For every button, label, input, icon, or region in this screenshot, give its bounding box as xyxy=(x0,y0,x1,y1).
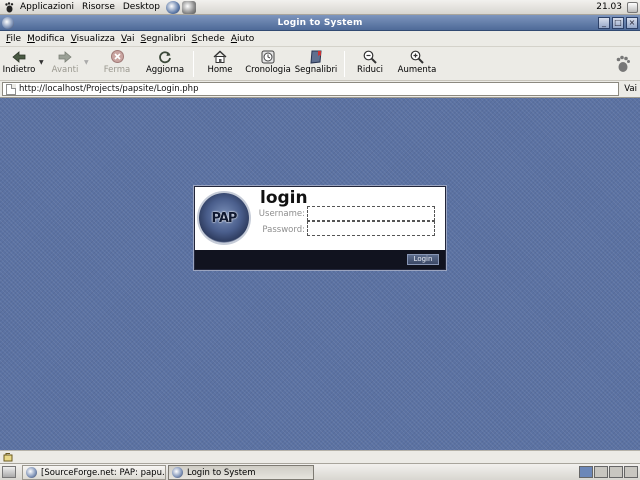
login-footer: Login xyxy=(195,250,445,269)
menu-edit[interactable]: Modifica xyxy=(24,31,68,47)
taskbar-item-login[interactable]: Login to System xyxy=(168,465,314,480)
menu-tabs[interactable]: Schede xyxy=(189,31,228,47)
reload-icon xyxy=(156,49,174,64)
logo-text: PAP xyxy=(211,210,238,226)
history-button[interactable]: Cronologia xyxy=(245,49,291,79)
panel-clock[interactable]: 21.03 xyxy=(596,0,622,15)
toolbar: Indietro ▼ Avanti ▼ Ferma Aggiorna Home … xyxy=(0,47,640,81)
browser-window-icon xyxy=(172,467,183,478)
password-input[interactable] xyxy=(307,221,435,236)
home-icon xyxy=(211,49,229,64)
zoom-in-icon xyxy=(408,49,426,64)
username-label: Username: xyxy=(258,209,305,219)
url-text: http://localhost/Projects/papsite/Login.… xyxy=(19,84,199,94)
close-icon[interactable]: × xyxy=(626,17,638,29)
password-label: Password: xyxy=(262,225,305,235)
bookmarks-button[interactable]: Segnalibri xyxy=(294,49,338,79)
username-input[interactable] xyxy=(307,206,435,221)
zoom-in-button[interactable]: Aumenta xyxy=(397,49,437,79)
workspace-4[interactable] xyxy=(624,466,638,478)
login-heading: login xyxy=(260,188,308,208)
menu-help[interactable]: Aiuto xyxy=(228,31,257,47)
security-status-icon[interactable] xyxy=(3,452,13,462)
menu-view[interactable]: Visualizza xyxy=(68,31,118,47)
workspace-switcher xyxy=(579,466,638,478)
window-title: Login to System xyxy=(277,17,363,28)
status-bar xyxy=(0,450,640,463)
logout-icon[interactable] xyxy=(627,2,638,13)
panel-menu-desktop[interactable]: Desktop xyxy=(119,0,164,15)
menu-go[interactable]: Vai xyxy=(118,31,137,47)
history-clock-icon xyxy=(259,49,277,64)
pap-logo: PAP xyxy=(199,193,249,243)
stop-button[interactable]: Ferma xyxy=(102,49,132,79)
page-document-icon xyxy=(6,83,16,95)
home-button[interactable]: Home xyxy=(204,49,236,79)
back-history-chevron-down-icon[interactable]: ▼ xyxy=(39,59,44,66)
bottom-panel: [SourceForge.net: PAP: papu... Login to … xyxy=(0,463,640,480)
panel-menu-applications[interactable]: Applicazioni xyxy=(16,0,78,15)
login-panel: PAP login Username: Password: Login xyxy=(194,186,446,270)
reload-button[interactable]: Aggiorna xyxy=(145,49,185,79)
login-button[interactable]: Login xyxy=(407,254,439,265)
arrow-left-icon xyxy=(10,49,28,64)
zoom-out-button[interactable]: Riduci xyxy=(355,49,385,79)
maximize-icon[interactable]: □ xyxy=(612,17,624,29)
stop-icon xyxy=(108,49,126,64)
workspace-3[interactable] xyxy=(609,466,623,478)
forward-button[interactable]: Avanti xyxy=(50,49,80,79)
mail-launcher-icon[interactable] xyxy=(182,0,196,14)
taskbar-item-sourceforge[interactable]: [SourceForge.net: PAP: papu... xyxy=(22,465,166,480)
window-titlebar[interactable]: Login to System _ □ × xyxy=(0,15,640,31)
forward-history-chevron-down-icon[interactable]: ▼ xyxy=(84,59,89,66)
menu-file[interactable]: File xyxy=(3,31,24,47)
show-desktop-icon[interactable] xyxy=(2,466,16,478)
arrow-right-icon xyxy=(56,49,74,64)
page-content: PAP login Username: Password: Login xyxy=(0,98,640,450)
browser-window-icon xyxy=(26,467,37,478)
workspace-1[interactable] xyxy=(579,466,593,478)
top-panel: Applicazioni Risorse Desktop 21.03 xyxy=(0,0,640,15)
window-buttons: _ □ × xyxy=(598,17,638,29)
menubar: File Modifica Visualizza Vai Segnalibri … xyxy=(0,31,640,47)
toolbar-separator xyxy=(344,51,345,77)
toolbar-separator xyxy=(193,51,194,77)
window-menu-icon[interactable] xyxy=(2,17,14,29)
url-input[interactable]: http://localhost/Projects/papsite/Login.… xyxy=(2,82,619,96)
browser-launcher-icon[interactable] xyxy=(166,0,180,14)
workspace-2[interactable] xyxy=(594,466,608,478)
location-bar: http://localhost/Projects/papsite/Login.… xyxy=(0,81,640,98)
menu-bookmarks[interactable]: Segnalibri xyxy=(138,31,189,47)
minimize-icon[interactable]: _ xyxy=(598,17,610,29)
back-button[interactable]: Indietro xyxy=(3,49,35,79)
zoom-out-icon xyxy=(361,49,379,64)
bookmarks-book-icon xyxy=(307,49,325,64)
throbber-foot-icon[interactable] xyxy=(610,51,636,77)
gnome-foot-icon[interactable] xyxy=(2,0,16,14)
go-button[interactable]: Vai xyxy=(624,83,637,96)
panel-menu-places[interactable]: Risorse xyxy=(78,0,119,15)
